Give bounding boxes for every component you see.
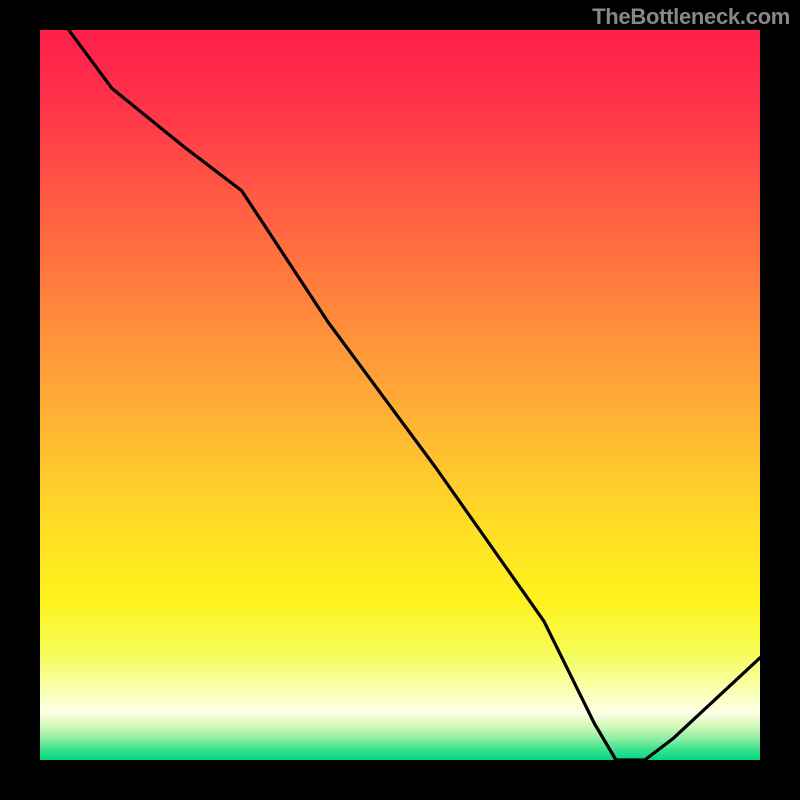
plot-area	[40, 30, 760, 760]
bottleneck-curve	[40, 30, 760, 760]
chart-canvas: TheBottleneck.com	[0, 0, 800, 800]
watermark-text: TheBottleneck.com	[592, 4, 790, 30]
